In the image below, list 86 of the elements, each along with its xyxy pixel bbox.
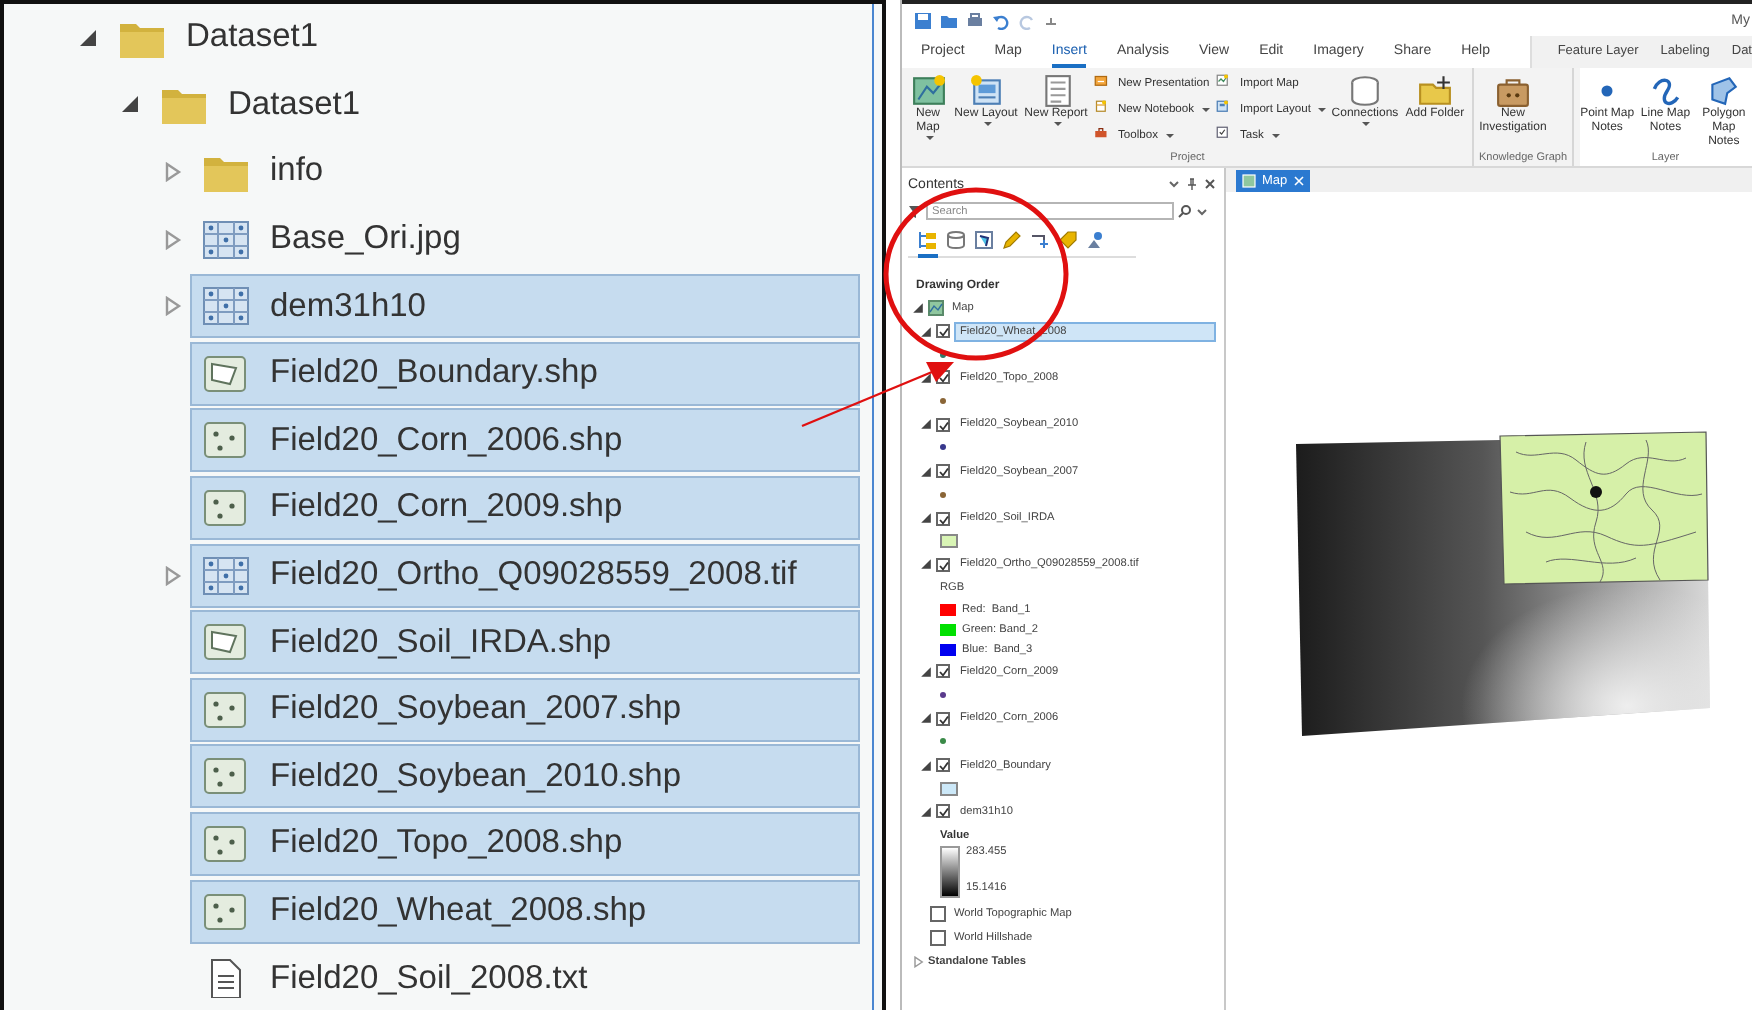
checkbox[interactable]	[930, 905, 946, 922]
expanded-arrow-icon[interactable]	[120, 94, 140, 115]
caret-icon	[984, 121, 992, 126]
catalog-item[interactable]: Field20_Wheat_2008.shp	[190, 879, 860, 944]
catalog-item[interactable]: Field20_Soybean_2007.shp	[190, 677, 860, 742]
pin-icon[interactable]	[1186, 178, 1198, 190]
cylinder-icon	[1347, 74, 1382, 108]
expanded-arrow-icon[interactable]	[920, 325, 932, 338]
open-folder-icon[interactable]	[940, 11, 958, 29]
caret-icon	[1165, 134, 1174, 138]
catalog-item[interactable]: Field20_Corn_2006.shp	[190, 408, 860, 473]
expanded-arrow-icon[interactable]	[920, 371, 932, 384]
collapsed-arrow-icon[interactable]	[162, 296, 182, 317]
point-layer-icon	[202, 420, 250, 461]
map-icon	[911, 74, 945, 108]
map-icon	[928, 299, 944, 316]
collapsed-arrow-icon[interactable]	[912, 956, 924, 969]
expanded-arrow-icon[interactable]	[920, 759, 932, 772]
print-icon[interactable]	[966, 11, 984, 29]
catalog-item[interactable]: Dataset1	[148, 72, 860, 137]
expanded-arrow-icon[interactable]	[920, 805, 932, 818]
layout-icon	[969, 74, 1003, 108]
checkbox[interactable]	[930, 930, 946, 947]
briefcase-icon	[1495, 74, 1530, 108]
checkbox[interactable]	[936, 417, 950, 432]
gradient-ramp	[940, 846, 960, 899]
expanded-arrow-icon[interactable]	[920, 512, 932, 525]
raster-grid-icon	[202, 219, 250, 260]
expanded-arrow-icon[interactable]	[920, 465, 932, 478]
checkbox[interactable]	[936, 511, 950, 526]
checkbox[interactable]	[936, 664, 950, 679]
search-icon[interactable]	[1178, 204, 1192, 218]
undo-icon[interactable]	[992, 11, 1010, 29]
catalog-item[interactable]: Field20_Soybean_2010.shp	[190, 744, 860, 809]
caret-icon	[1202, 108, 1211, 112]
catalog-item[interactable]: info	[190, 139, 860, 204]
raster-grid-icon	[202, 555, 250, 596]
point-layer-icon	[202, 487, 250, 528]
expanded-arrow-icon[interactable]	[912, 301, 924, 314]
collapsed-arrow-icon[interactable]	[162, 161, 182, 182]
polygon-icon	[1706, 74, 1741, 108]
list-icon[interactable]	[918, 229, 938, 257]
catalog-item[interactable]: Field20_Ortho_Q09028559_2008.tif	[190, 543, 860, 608]
close-icon[interactable]	[1204, 178, 1216, 190]
caret-icon	[1362, 121, 1371, 126]
checkbox[interactable]	[936, 758, 950, 773]
filter-icon[interactable]	[908, 203, 922, 219]
checkbox[interactable]	[936, 464, 950, 479]
checkbox[interactable]	[936, 557, 950, 572]
caret-icon	[1271, 134, 1280, 138]
point-layer-icon	[202, 891, 250, 932]
expanded-arrow-icon[interactable]	[920, 712, 932, 725]
point-layer-icon	[202, 689, 250, 730]
point-layer-icon	[202, 756, 250, 797]
save-icon[interactable]	[914, 11, 932, 29]
dropdown-icon[interactable]	[1168, 178, 1180, 190]
expanded-arrow-icon[interactable]	[920, 418, 932, 431]
dropdown-icon[interactable]	[1196, 205, 1208, 217]
checkbox[interactable]	[936, 711, 950, 726]
catalog-item[interactable]: Field20_Topo_2008.shp	[190, 811, 860, 876]
raster-grid-icon	[202, 286, 250, 327]
catalog-item[interactable]: Field20_Boundary.shp	[190, 341, 860, 406]
folder-add-icon	[1417, 74, 1452, 108]
point-layer-icon	[202, 823, 250, 864]
collapsed-arrow-icon[interactable]	[162, 565, 182, 586]
expanded-arrow-icon[interactable]	[920, 558, 932, 571]
polygon-layer-icon	[202, 353, 250, 394]
catalog-item[interactable]: Field20_Corn_2009.shp	[190, 475, 860, 540]
squiggle-icon	[1648, 74, 1683, 108]
catalog-item[interactable]: dem31h10	[190, 274, 860, 339]
collapsed-arrow-icon[interactable]	[162, 229, 182, 250]
catalog-item[interactable]: Base_Ori.jpg	[190, 207, 860, 272]
caret-icon	[1318, 108, 1327, 112]
folder-icon	[160, 84, 208, 125]
catalog-item[interactable]: Dataset1	[106, 5, 860, 70]
polygon-layer-icon	[202, 622, 250, 663]
expanded-arrow-icon[interactable]	[920, 665, 932, 678]
caret-icon	[1054, 121, 1062, 126]
expanded-arrow-icon[interactable]	[78, 27, 98, 48]
catalog-item[interactable]: Field20_Soil_2008.txt	[190, 946, 860, 1010]
checkbox[interactable]	[936, 804, 950, 819]
map-icon	[1242, 174, 1256, 188]
caret-icon	[926, 135, 934, 140]
catalog-item[interactable]: Field20_Soil_IRDA.shp	[190, 610, 860, 675]
report-icon	[1039, 74, 1073, 108]
checkbox[interactable]	[936, 324, 950, 339]
